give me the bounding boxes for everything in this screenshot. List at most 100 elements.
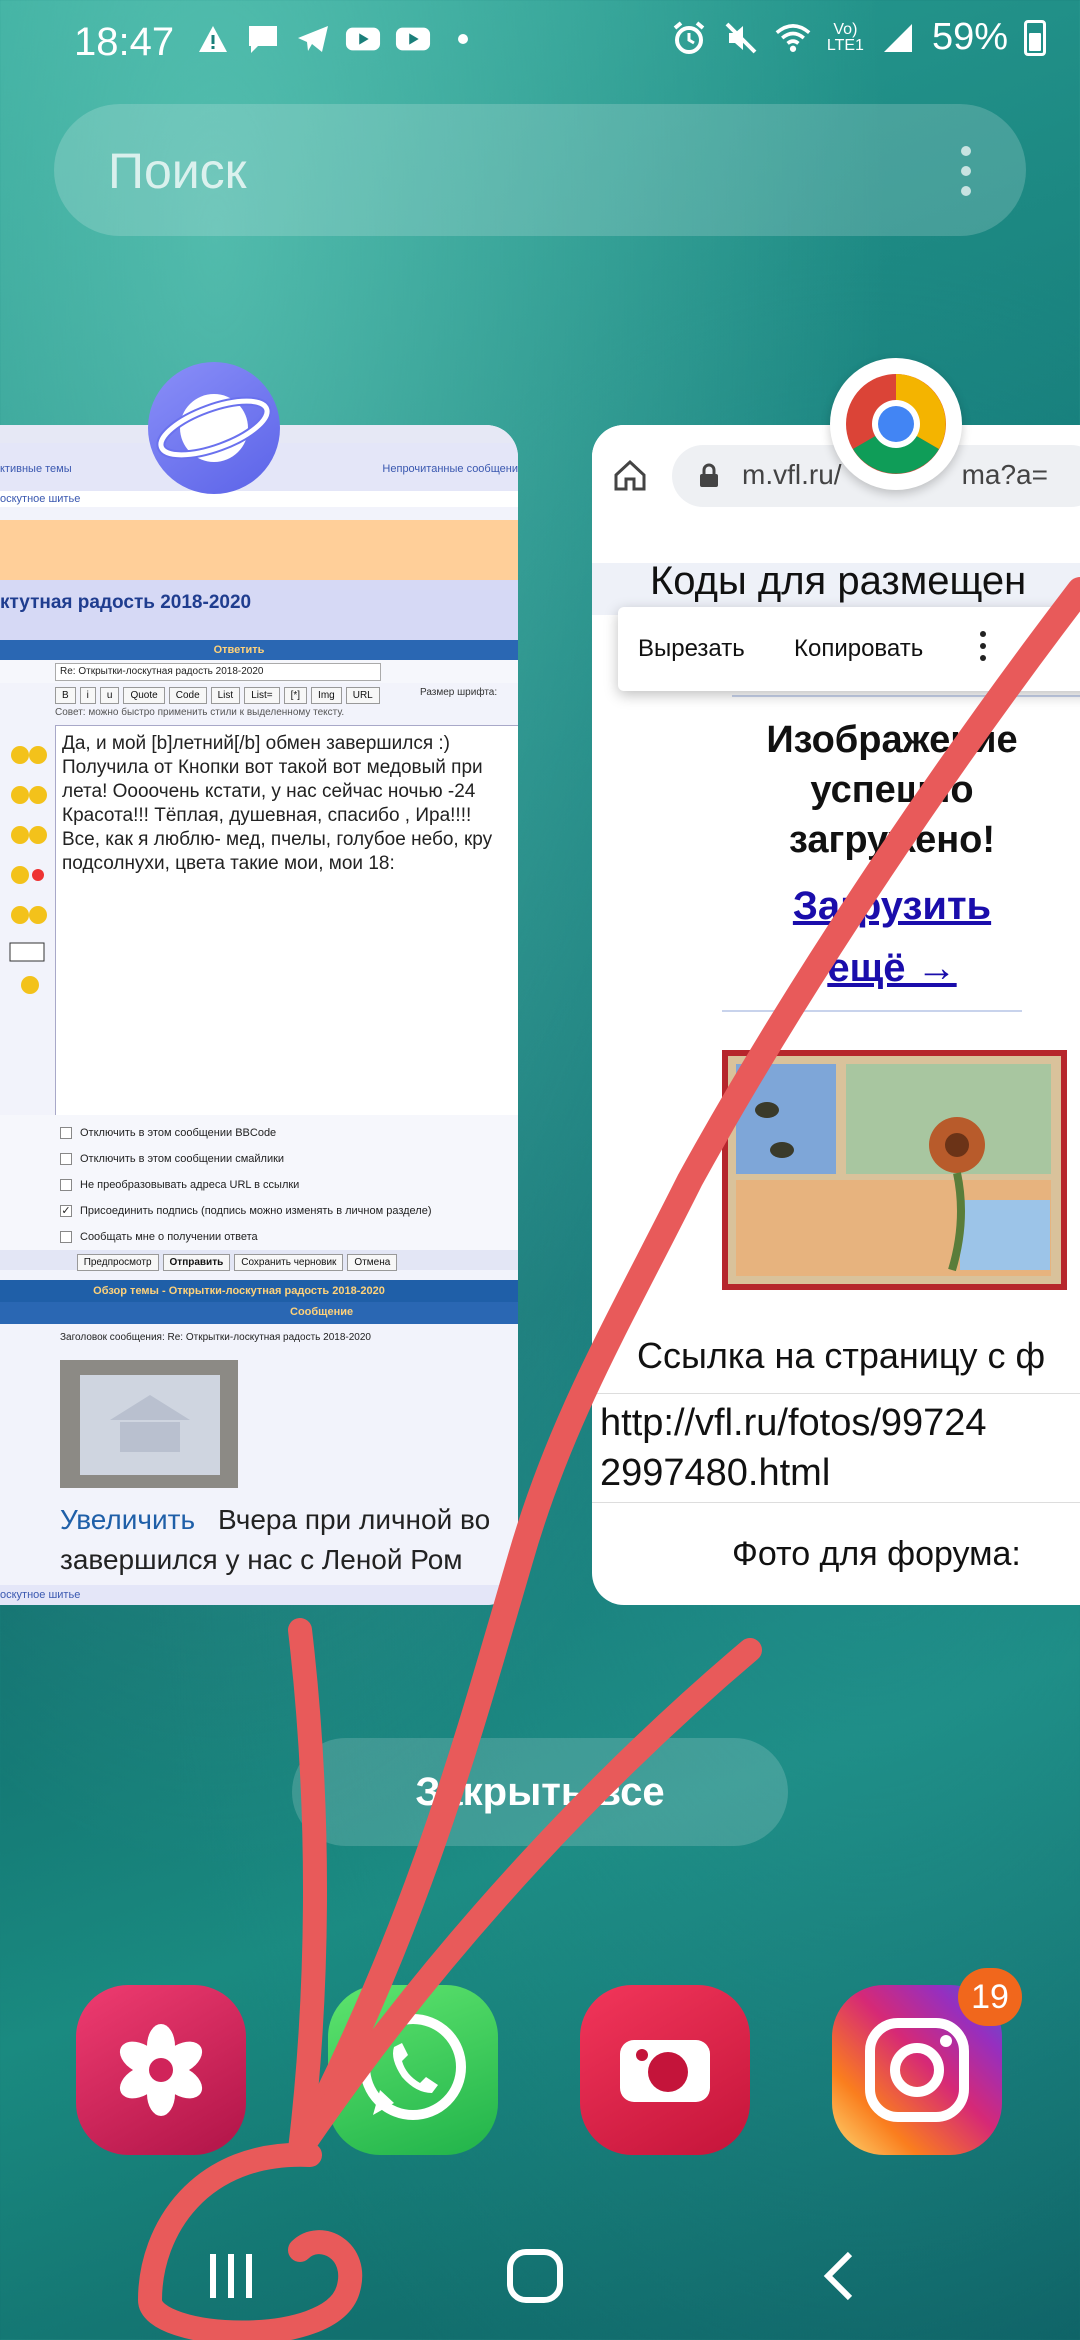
forum-orange-banner	[0, 520, 518, 580]
lte-bottom-label: LTE1	[826, 36, 864, 54]
option-checkbox-row[interactable]: Не преобразовывать адреса URL в ссылки	[60, 1179, 299, 1191]
warning-icon	[195, 22, 231, 56]
review-header-label: Обзор темы - Открытки-лоскутная радость …	[93, 1285, 385, 1297]
enlarge-link[interactable]: Увеличить	[60, 1504, 195, 1536]
reply-header: Ответить	[0, 640, 518, 660]
recent-app-card-chrome[interactable]: m.vfl.ru/ma?a= Коды для размещен Вырезат…	[592, 425, 1080, 1605]
checkbox[interactable]	[60, 1127, 72, 1139]
page-link-line-2: 2997480.html	[600, 1452, 831, 1494]
close-all-button[interactable]: Закрыть все	[292, 1738, 788, 1846]
gallery-icon[interactable]	[76, 1985, 246, 2155]
options-panel: Отключить в этом сообщении BBCode Отключи…	[0, 1115, 518, 1250]
message-col-label: Сообщение	[290, 1306, 354, 1318]
option-checkbox-row[interactable]: Отключить в этом сообщении BBCode	[60, 1127, 276, 1139]
checkbox[interactable]: ✓	[60, 1205, 72, 1217]
checkbox[interactable]	[60, 1231, 72, 1243]
dot-icon	[445, 22, 481, 56]
notification-icons	[195, 22, 481, 56]
recents-button[interactable]	[196, 2246, 266, 2311]
page-link-line-1: http://vfl.ru/fotos/99724	[600, 1402, 987, 1444]
page-link-label: Ссылка на страницу с ф	[637, 1335, 1046, 1376]
message-col-row: Сообщение	[0, 1302, 518, 1324]
whatsapp-icon[interactable]	[328, 1985, 498, 2155]
text-context-menu: Вырезать Копировать	[618, 607, 1080, 691]
lte-top-label: Vo)	[833, 20, 858, 38]
home-icon[interactable]	[612, 457, 648, 498]
option-checkbox-row[interactable]: Сообщать мне о получении ответа	[60, 1231, 258, 1243]
lock-icon	[698, 463, 720, 494]
option-label: Отключить в этом сообщении BBCode	[80, 1127, 277, 1139]
subject-row: Re: Открытки-лоскутная радость 2018-2020	[0, 660, 518, 683]
more-options-icon[interactable]	[980, 631, 986, 661]
form-action-button[interactable]: Отправить	[162, 1254, 231, 1271]
option-checkbox-row[interactable]: ✓ Присоединить подпись (подпись можно изм…	[60, 1205, 432, 1217]
lte-indicator: Vo) LTE1	[826, 20, 864, 54]
option-label: Сообщать мне о получении ответа	[80, 1231, 258, 1243]
more-options-icon[interactable]	[960, 146, 972, 196]
format-button[interactable]: Img	[311, 687, 342, 704]
site-logo-strip	[592, 525, 1080, 545]
unread-posts-link[interactable]: Непрочитанные сообщени	[382, 463, 518, 475]
hint-row: Совет: можно быстро применить стили к вы…	[0, 705, 518, 721]
success-line-3: загружено!	[788, 819, 996, 861]
form-action-button[interactable]: Сохранить черновик	[234, 1254, 344, 1271]
format-button[interactable]: URL	[345, 687, 380, 704]
post-subject: Заголовок сообщения: Re: Открытки-лоскут…	[60, 1332, 371, 1343]
battery-icon	[1024, 19, 1046, 56]
form-action-button[interactable]: Предпросмотр	[76, 1254, 159, 1271]
search-placeholder: Поиск	[108, 143, 247, 199]
success-line-1: Изображение	[766, 719, 1018, 761]
samsung-internet-icon[interactable]	[148, 362, 280, 494]
youtube-icon	[345, 22, 381, 56]
post-image-thumbnail[interactable]	[60, 1360, 238, 1488]
format-button[interactable]: Code	[168, 687, 207, 704]
post-text-1: Вчера при личной во	[218, 1504, 491, 1535]
home-button[interactable]	[500, 2246, 570, 2311]
alarm-icon	[671, 20, 707, 55]
back-button[interactable]	[806, 2246, 876, 2311]
smiley-panel[interactable]	[0, 735, 48, 1095]
post-text-2: завершился у нас с Леной Ром	[60, 1544, 463, 1575]
copy-button[interactable]: Копировать	[794, 635, 923, 663]
chrome-icon[interactable]	[830, 358, 962, 490]
wifi-icon	[775, 21, 811, 55]
checkbox[interactable]	[60, 1179, 72, 1191]
format-button[interactable]: u	[99, 687, 120, 704]
success-line-2: успешно	[810, 769, 974, 811]
camera-icon[interactable]	[580, 1985, 750, 2155]
subject-input[interactable]: Re: Открытки-лоскутная радость 2018-2020	[55, 663, 381, 681]
message-icon	[245, 22, 281, 56]
format-button[interactable]: List=	[244, 687, 280, 704]
form-action-button[interactable]: Отмена	[347, 1254, 398, 1271]
cut-button[interactable]: Вырезать	[638, 635, 745, 663]
topic-title-row: ктутная радость 2018-2020	[0, 580, 518, 640]
format-button[interactable]: List	[210, 687, 241, 704]
bottom-section-row: оскутное шитье	[0, 1585, 518, 1605]
format-buttons: Bi u Quote Code List List= [*] Img URL	[55, 685, 384, 704]
format-button[interactable]: Quote	[123, 687, 165, 704]
recent-app-card-internet[interactable]: ктивные темы Непрочитанные сообщени оску…	[0, 425, 518, 1605]
option-label: Не преобразовывать адреса URL в ссылки	[80, 1179, 300, 1191]
post-text-row-1: Увеличить Вчера при личной во	[0, 1500, 518, 1540]
uploaded-image[interactable]	[722, 1050, 1067, 1290]
link-label-row: Ссылка на страницу с ф	[592, 1335, 1080, 1383]
section-link[interactable]: оскутное шитье	[0, 493, 80, 505]
forum-photo-label: Фото для форума:	[732, 1535, 1021, 1573]
page-heading: Коды для размещен	[650, 559, 1027, 603]
format-button[interactable]: B	[55, 687, 76, 704]
review-header: Обзор темы - Открытки-лоскутная радость …	[0, 1280, 518, 1302]
upload-more-link[interactable]: Загрузить ещё →	[592, 875, 1080, 999]
message-textarea[interactable]: Да, и мой [b]летний[/b] обмен завершился…	[55, 725, 518, 1120]
option-checkbox-row[interactable]: Отключить в этом сообщении смайлики	[60, 1153, 284, 1165]
page-link-field[interactable]: http://vfl.ru/fotos/99724 2997480.html	[592, 1393, 1080, 1503]
format-button[interactable]: [*]	[283, 687, 308, 704]
upload-more-line-2: ещё →	[827, 946, 957, 990]
bottom-section-link[interactable]: оскутное шитье	[0, 1589, 80, 1601]
format-button[interactable]: i	[79, 687, 96, 704]
youtube-icon	[395, 22, 431, 56]
recents-search-bar[interactable]: Поиск	[54, 104, 1026, 236]
message-line: лета! Оооочень кстати, у нас сейчас ночь…	[62, 781, 476, 802]
checkbox[interactable]	[60, 1153, 72, 1165]
system-status: Vo) LTE1 59%	[671, 16, 1046, 59]
active-topics-link[interactable]: ктивные темы	[0, 463, 72, 475]
